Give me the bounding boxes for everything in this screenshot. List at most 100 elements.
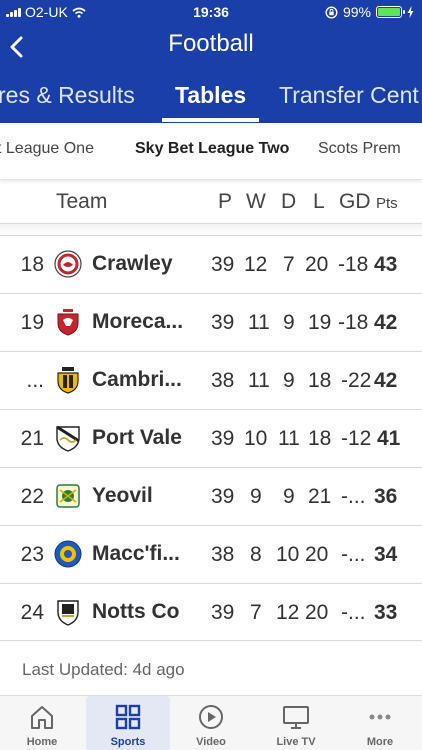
points-value: 43	[374, 253, 398, 276]
lost-value: 21	[308, 485, 332, 508]
played-value: 38	[211, 543, 235, 566]
nav-sports[interactable]: Sports	[86, 696, 170, 750]
page-title: Football	[168, 30, 254, 57]
drawn-value: 7	[283, 253, 295, 276]
port-vale-badge-icon	[56, 425, 80, 452]
team-name: Crawley	[92, 252, 173, 275]
team-name: Yeovil	[92, 484, 153, 507]
morecambe-badge-icon	[57, 309, 79, 336]
won-value: 12	[244, 253, 268, 276]
played-value: 39	[211, 601, 235, 624]
grid-icon	[115, 704, 141, 730]
header: O2-UK 19:36 99% Football res & Results T…	[0, 0, 422, 123]
team-name: Moreca...	[92, 310, 184, 333]
notts-county-badge-icon	[57, 600, 79, 626]
charging-icon	[407, 6, 414, 18]
column-team: Team	[56, 190, 108, 213]
row-position: 23	[20, 543, 44, 566]
points-value: 41	[377, 427, 401, 450]
yeovil-badge-icon	[56, 484, 80, 508]
goal-difference-value: -...	[341, 601, 366, 624]
table-row[interactable]: 19 Moreca... 39 11 9 19 -18 42	[0, 293, 422, 351]
nav-sports-label: Sports	[110, 736, 146, 748]
bottom-nav: Home Sports Video Live TV More	[0, 695, 422, 750]
league-selector: t League One Sky Bet League Two Scots Pr…	[0, 123, 422, 180]
drawn-value: 9	[283, 369, 295, 392]
table-row[interactable]: ... Cambri... 38 11 9 18 -22 42	[0, 351, 422, 409]
table-row[interactable]: 23 Macc'fi... 38 8 10 20 -... 34	[0, 525, 422, 583]
league-tab-scots-prem[interactable]: Scots Prem	[318, 140, 401, 158]
tab-tables[interactable]: Tables	[175, 82, 246, 109]
points-value: 42	[374, 311, 398, 334]
section-tabs: res & Results Tables Transfer Cent	[0, 80, 422, 122]
drawn-value: 10	[276, 543, 300, 566]
active-tab-indicator	[162, 118, 259, 122]
team-name: Cambri...	[92, 368, 182, 391]
goal-difference-value: -18	[338, 311, 369, 334]
won-value: 8	[250, 543, 262, 566]
goal-difference-value: -...	[341, 485, 366, 508]
won-value: 7	[250, 601, 262, 624]
column-goal-difference: GD	[339, 190, 371, 213]
status-right: 99%	[325, 4, 414, 20]
header-shadow	[0, 224, 422, 235]
row-position: 24	[20, 601, 44, 624]
goal-difference-value: -18	[338, 253, 369, 276]
nav-live-tv-label: Live TV	[276, 736, 316, 748]
won-value: 11	[248, 311, 270, 334]
nav-video-label: Video	[196, 736, 226, 748]
cambridge-badge-icon	[57, 367, 79, 394]
macclesfield-badge-icon	[54, 540, 82, 568]
points-value: 42	[374, 369, 398, 392]
table-row[interactable]: 22 Yeovil 39 9 9 21 -... 36	[0, 467, 422, 525]
row-position: 21	[20, 427, 44, 450]
nav-home-label: Home	[26, 736, 58, 748]
row-position: 22	[20, 485, 44, 508]
lost-value: 20	[305, 543, 329, 566]
drawn-value: 9	[283, 485, 295, 508]
drawn-value: 9	[283, 311, 295, 334]
lost-value: 20	[305, 253, 329, 276]
tv-icon	[283, 706, 309, 729]
battery-icon	[376, 6, 405, 18]
points-value: 36	[374, 485, 398, 508]
table-row[interactable]: 18 Crawley 39 12 7 20 -18 43	[0, 235, 422, 293]
nav-video[interactable]: Video	[169, 696, 253, 750]
play-icon	[199, 705, 223, 729]
more-icon	[369, 714, 391, 720]
table-row[interactable]: 24 Notts Co 39 7 12 20 -... 33	[0, 583, 422, 641]
points-value: 33	[374, 601, 398, 624]
league-tab-league-two[interactable]: Sky Bet League Two	[135, 140, 289, 158]
column-points: Pts	[376, 195, 398, 212]
won-value: 10	[244, 427, 268, 450]
goal-difference-value: -12	[341, 427, 372, 450]
tab-transfer-centre[interactable]: Transfer Cent	[279, 82, 419, 109]
league-tab-league-one[interactable]: t League One	[0, 140, 94, 158]
goal-difference-value: -...	[341, 543, 366, 566]
row-position: 19	[20, 311, 44, 334]
column-drawn: D	[281, 190, 297, 213]
row-position: ...	[26, 369, 44, 392]
tab-fixtures-results[interactable]: res & Results	[0, 82, 135, 109]
status-bar: O2-UK 19:36 99%	[0, 0, 422, 24]
row-position: 18	[20, 253, 44, 276]
column-lost: L	[313, 190, 325, 213]
lost-value: 19	[308, 311, 332, 334]
played-value: 39	[211, 253, 235, 276]
home-icon	[31, 706, 53, 729]
team-name: Macc'fi...	[92, 542, 180, 565]
nav-more-label: More	[366, 736, 394, 748]
table-row[interactable]: 21 Port Vale 39 10 11 18 -12 41	[0, 409, 422, 467]
points-value: 34	[374, 543, 398, 566]
battery-percent: 99%	[342, 4, 371, 20]
played-value: 39	[211, 427, 235, 450]
nav-home[interactable]: Home	[0, 696, 84, 750]
last-updated-text: Last Updated: 4d ago	[22, 660, 185, 679]
nav-more[interactable]: More	[338, 696, 422, 750]
app: O2-UK 19:36 99% Football res & Results T…	[0, 0, 422, 750]
played-value: 39	[211, 311, 235, 334]
won-value: 11	[248, 369, 270, 392]
battery-fill	[378, 8, 400, 16]
nav-live-tv[interactable]: Live TV	[254, 696, 338, 750]
column-won: W	[246, 190, 266, 213]
